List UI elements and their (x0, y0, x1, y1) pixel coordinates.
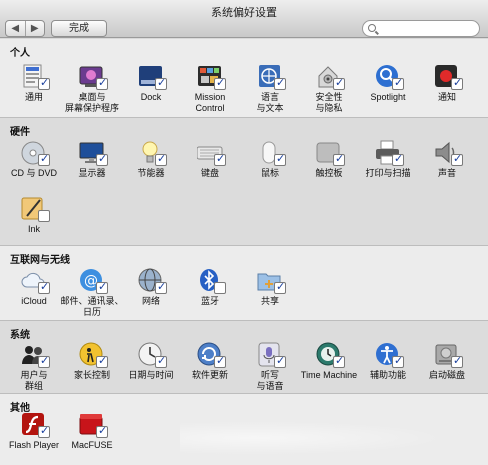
show-checkbox[interactable] (214, 152, 226, 166)
pref-bluetooth[interactable]: 蓝牙 (180, 268, 240, 326)
pref-label: Ink (27, 224, 40, 234)
show-checkbox[interactable] (392, 76, 404, 90)
search-icon (368, 24, 376, 32)
pref-mission-control[interactable]: Mission Control (180, 64, 240, 122)
pref-macfuse[interactable]: MacFUSE (62, 412, 122, 465)
show-checkbox[interactable] (392, 152, 404, 166)
show-checkbox[interactable] (392, 354, 404, 368)
window-title: 系统偏好设置 (211, 7, 277, 19)
show-checkbox[interactable] (451, 76, 463, 90)
pref-label: MacFUSE (71, 440, 113, 450)
show-checkbox[interactable] (155, 76, 167, 90)
show-checkbox[interactable] (214, 282, 226, 294)
show-checkbox[interactable] (333, 76, 345, 90)
pref-notifications[interactable]: 通知 (417, 64, 477, 122)
show-checkbox[interactable] (96, 152, 108, 166)
show-checkbox[interactable] (274, 152, 286, 166)
show-checkbox[interactable] (155, 354, 167, 368)
pref-label: 共享 (260, 296, 279, 306)
show-checkbox[interactable] (38, 424, 50, 438)
pref-sound[interactable]: 声音 (417, 140, 477, 198)
pref-software-update[interactable]: 软件更新 (180, 342, 240, 400)
show-checkbox[interactable] (96, 280, 108, 294)
show-checkbox[interactable] (38, 354, 50, 368)
show-checkbox[interactable] (274, 76, 286, 90)
show-checkbox[interactable] (451, 354, 463, 368)
pref-sharing[interactable]: 共享 (240, 268, 300, 326)
show-checkbox[interactable] (451, 152, 463, 166)
section-title: 个人 (10, 48, 30, 59)
show-checkbox[interactable] (333, 354, 345, 368)
section-title: 系统 (10, 330, 30, 341)
show-checkbox[interactable] (214, 76, 226, 90)
show-checkbox[interactable] (96, 424, 108, 438)
show-checkbox[interactable] (38, 280, 50, 294)
forward-button[interactable]: ▶ (24, 21, 45, 36)
nav-buttons: ◀ ▶ (5, 20, 45, 37)
pref-flash-player[interactable]: Flash Player (4, 412, 64, 465)
show-checkbox[interactable] (155, 152, 167, 166)
show-checkbox[interactable] (274, 280, 286, 294)
pref-keyboard[interactable]: 键盘 (180, 140, 240, 198)
show-checkbox[interactable] (333, 152, 345, 166)
blur-overlay (180, 418, 480, 458)
show-checkbox[interactable] (96, 354, 108, 368)
pref-startup-disk[interactable]: 启动磁盘 (417, 342, 477, 400)
search-input[interactable] (381, 22, 473, 35)
pref-label: 通知 (437, 92, 456, 102)
search-field[interactable] (362, 20, 480, 37)
show-checkbox[interactable] (96, 76, 108, 90)
show-checkbox[interactable] (38, 152, 50, 166)
show-checkbox[interactable] (274, 354, 286, 368)
done-button[interactable]: 完成 (51, 20, 107, 37)
show-checkbox[interactable] (214, 354, 226, 368)
section-title: 硬件 (10, 127, 30, 138)
pref-label: 声音 (437, 168, 456, 178)
back-button[interactable]: ◀ (6, 21, 25, 36)
pref-ink[interactable]: Ink (4, 196, 64, 254)
show-checkbox[interactable] (38, 76, 50, 90)
pref-label: 启动磁盘 (428, 370, 465, 380)
title-bar: 系统偏好设置 ◀ ▶ 完成 (0, 0, 488, 38)
show-checkbox[interactable] (38, 210, 50, 222)
show-checkbox[interactable] (155, 280, 167, 294)
